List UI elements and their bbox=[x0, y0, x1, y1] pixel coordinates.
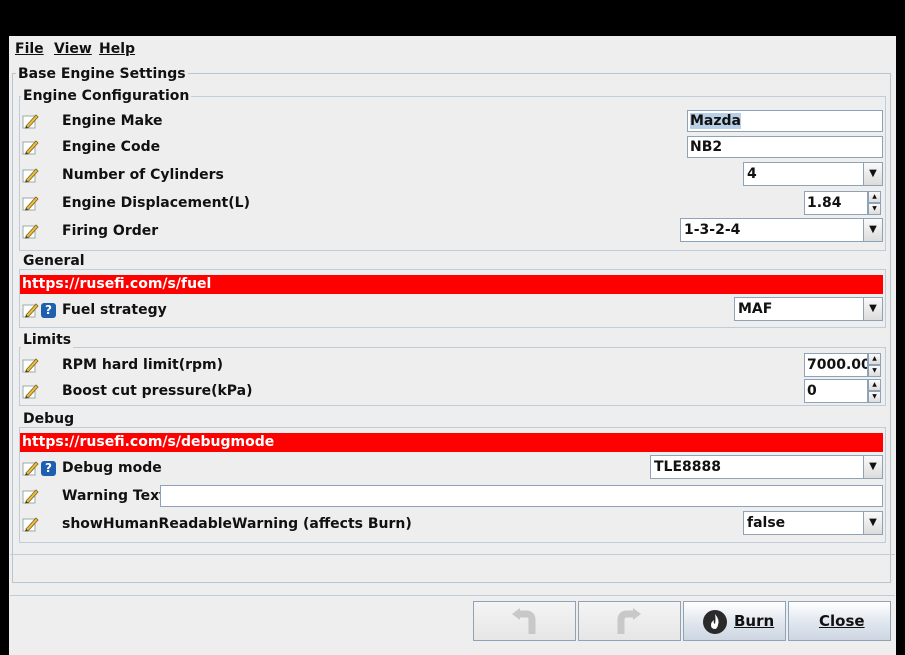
spinner-down-icon[interactable]: ▼ bbox=[868, 391, 881, 403]
engine-make-label: Engine Make bbox=[62, 113, 163, 129]
rpm-limit-label: RPM hard limit(rpm) bbox=[62, 357, 224, 373]
warning-text-field[interactable] bbox=[160, 485, 883, 507]
redo-button[interactable] bbox=[578, 601, 681, 641]
edit-pencil-icon[interactable] bbox=[22, 222, 39, 239]
warning-text-label: Warning Text bbox=[62, 488, 166, 504]
show-warning-value: false bbox=[747, 515, 786, 531]
fuel-strategy-label: Fuel strategy bbox=[62, 302, 167, 318]
edit-pencil-icon[interactable] bbox=[22, 487, 39, 504]
cylinders-label: Number of Cylinders bbox=[62, 167, 224, 183]
debug-mode-value: TLE8888 bbox=[654, 459, 721, 475]
fuel-strategy-dropdown[interactable]: MAF ▼ bbox=[734, 297, 883, 321]
close-button[interactable]: Close bbox=[788, 601, 891, 641]
debug-help-link[interactable]: https://rusefi.com/s/debugmode bbox=[20, 433, 883, 452]
spinner-down-icon[interactable]: ▼ bbox=[868, 365, 881, 377]
engine-code-field[interactable]: NB2 bbox=[687, 136, 883, 158]
limits-legend: Limits bbox=[21, 332, 74, 348]
firing-order-value: 1-3-2-4 bbox=[684, 222, 741, 238]
menu-file[interactable]: File bbox=[15, 41, 44, 57]
edit-pencil-icon[interactable] bbox=[22, 194, 39, 211]
engine-code-label: Engine Code bbox=[62, 139, 161, 155]
edit-pencil-icon[interactable] bbox=[22, 459, 39, 476]
help-icon[interactable]: ? bbox=[41, 303, 56, 318]
debug-legend: Debug bbox=[21, 411, 77, 427]
fuel-help-link[interactable]: https://rusefi.com/s/fuel bbox=[20, 275, 883, 294]
displacement-spinner[interactable]: 1.84 ▲ ▼ bbox=[804, 191, 883, 215]
spinner-down-icon[interactable]: ▼ bbox=[868, 203, 881, 215]
panel-title: Base Engine Settings bbox=[16, 66, 188, 82]
fuel-strategy-value: MAF bbox=[738, 301, 773, 317]
undo-button[interactable] bbox=[473, 601, 576, 641]
edit-pencil-icon[interactable] bbox=[22, 166, 39, 183]
firing-order-label: Firing Order bbox=[62, 223, 159, 239]
edit-pencil-icon[interactable] bbox=[22, 301, 39, 318]
firing-order-dropdown[interactable]: 1-3-2-4 ▼ bbox=[680, 218, 883, 242]
chevron-down-icon[interactable]: ▼ bbox=[863, 298, 882, 320]
close-label: Close bbox=[819, 612, 865, 630]
cylinders-value: 4 bbox=[747, 166, 757, 182]
edit-pencil-icon[interactable] bbox=[22, 356, 39, 373]
displacement-value[interactable]: 1.84 bbox=[804, 191, 868, 215]
undo-arrow-icon bbox=[510, 608, 540, 640]
burn-flame-icon bbox=[702, 609, 728, 639]
engine-make-field[interactable]: Mazda bbox=[687, 110, 883, 132]
burn-label: Burn bbox=[734, 612, 775, 630]
displacement-label: Engine Displacement(L) bbox=[62, 195, 250, 211]
debug-mode-label: Debug mode bbox=[62, 460, 162, 476]
spinner-up-icon[interactable]: ▲ bbox=[868, 379, 881, 391]
settings-window: File View Help Base Engine Settings Engi… bbox=[9, 36, 896, 655]
show-warning-label: showHumanReadableWarning (affects Burn) bbox=[62, 516, 412, 532]
debug-mode-dropdown[interactable]: TLE8888 ▼ bbox=[650, 455, 883, 479]
redo-arrow-icon bbox=[613, 608, 643, 640]
status-bar bbox=[10, 554, 895, 596]
edit-pencil-icon[interactable] bbox=[22, 382, 39, 399]
edit-pencil-icon[interactable] bbox=[22, 112, 39, 129]
cylinders-dropdown[interactable]: 4 ▼ bbox=[743, 162, 883, 186]
edit-pencil-icon[interactable] bbox=[22, 138, 39, 155]
menu-bar: File View Help bbox=[9, 36, 896, 62]
boost-cut-label: Boost cut pressure(kPa) bbox=[62, 383, 253, 399]
burn-button[interactable]: Burn bbox=[683, 601, 786, 641]
boost-cut-value[interactable]: 0 bbox=[804, 379, 868, 403]
menu-help[interactable]: Help bbox=[99, 41, 135, 57]
rpm-limit-value[interactable]: 7000.00 bbox=[804, 353, 868, 377]
rpm-limit-spinner[interactable]: 7000.00 ▲ ▼ bbox=[804, 353, 883, 377]
boost-cut-spinner[interactable]: 0 ▲ ▼ bbox=[804, 379, 883, 403]
edit-pencil-icon[interactable] bbox=[22, 515, 39, 532]
spinner-up-icon[interactable]: ▲ bbox=[868, 353, 881, 365]
chevron-down-icon[interactable]: ▼ bbox=[863, 163, 882, 185]
engine-configuration-legend: Engine Configuration bbox=[21, 88, 192, 104]
general-legend: General bbox=[21, 253, 87, 269]
menu-view[interactable]: View bbox=[54, 41, 92, 57]
chevron-down-icon[interactable]: ▼ bbox=[863, 456, 882, 478]
help-icon[interactable]: ? bbox=[41, 461, 56, 476]
chevron-down-icon[interactable]: ▼ bbox=[863, 219, 882, 241]
spinner-up-icon[interactable]: ▲ bbox=[868, 191, 881, 203]
show-warning-dropdown[interactable]: false ▼ bbox=[743, 511, 883, 535]
chevron-down-icon[interactable]: ▼ bbox=[863, 512, 882, 534]
